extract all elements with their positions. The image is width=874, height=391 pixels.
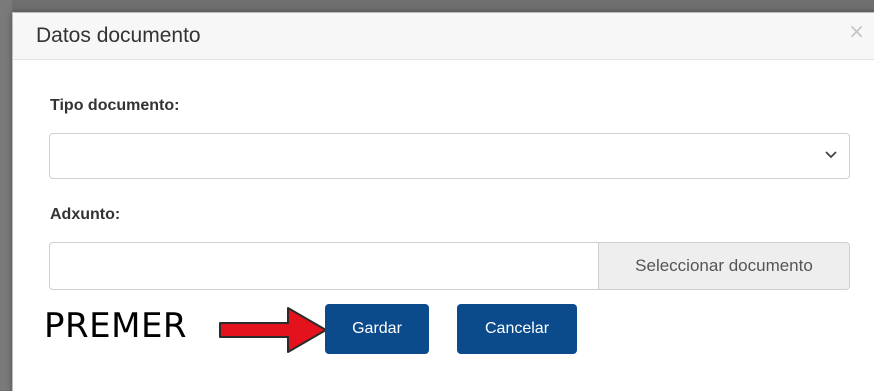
select-document-button[interactable]: Seleccionar documento xyxy=(598,242,850,290)
page-backdrop xyxy=(0,0,12,390)
adxunto-field[interactable] xyxy=(49,242,598,290)
arrow-right-icon xyxy=(219,307,327,353)
close-icon[interactable]: × xyxy=(848,21,865,41)
tipo-documento-label: Tipo documento: xyxy=(50,97,180,114)
tipo-documento-select[interactable] xyxy=(49,133,850,179)
adxunto-label: Adxunto: xyxy=(50,206,121,223)
annotation-text: PREMER xyxy=(44,306,188,346)
document-dialog: Datos documento × Tipo documento: Adxunt… xyxy=(12,12,874,391)
save-button[interactable]: Gardar xyxy=(325,304,429,354)
dialog-header: Datos documento × xyxy=(13,13,874,60)
cancel-button[interactable]: Cancelar xyxy=(457,304,577,354)
chevron-down-icon xyxy=(825,151,837,159)
dialog-title: Datos documento xyxy=(36,24,201,47)
